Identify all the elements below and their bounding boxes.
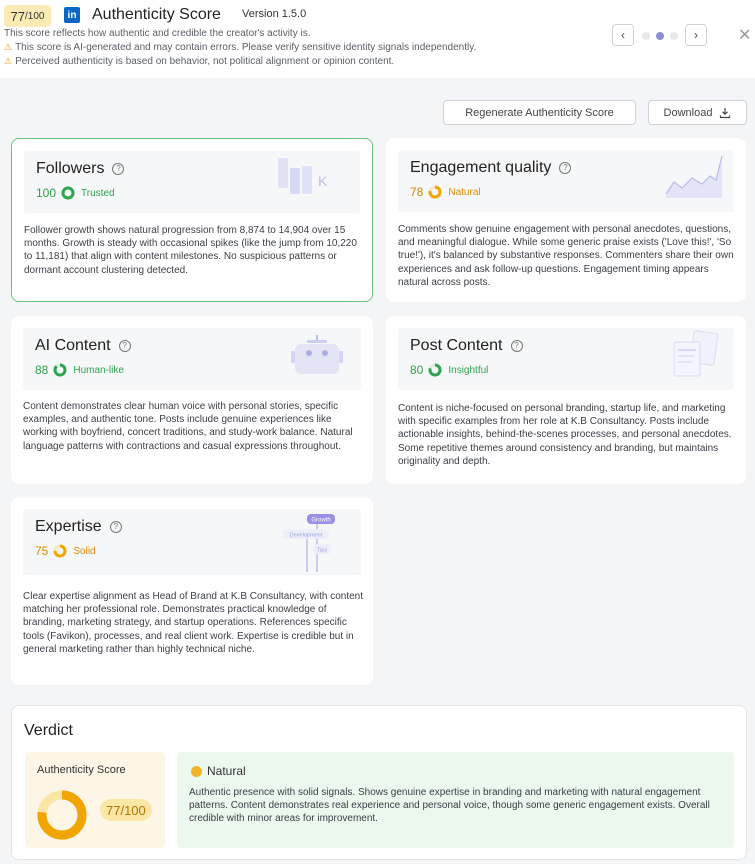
- verdict-score-ring: [37, 790, 87, 840]
- expertise-card: Expertise? 75 Solid Growth Development T…: [11, 497, 373, 685]
- score-ring-icon: [53, 544, 67, 558]
- alignment-warning: ⚠ Perceived authenticity is based on beha…: [4, 56, 394, 67]
- score-ring-icon: [53, 363, 67, 377]
- engagement-description: Comments show genuine engagement with pe…: [398, 224, 734, 288]
- expertise-tree-illustration: Growth Development Tips: [283, 514, 335, 572]
- slide-dot-3[interactable]: [670, 32, 678, 40]
- post-content-score-value: 80: [410, 363, 424, 377]
- authenticity-score-label: Authenticity Score: [37, 764, 126, 776]
- engagement-card: Engagement quality? 78 Natural Comments …: [386, 138, 746, 302]
- help-icon[interactable]: ?: [112, 163, 125, 175]
- ai-content-card: AI Content? 88 Human-like Content demons…: [11, 316, 373, 484]
- download-button[interactable]: Download: [648, 100, 747, 125]
- followers-score: 100 Trusted: [36, 186, 115, 200]
- followers-description: Follower growth shows natural progressio…: [24, 225, 357, 276]
- score-ring-icon: [61, 186, 75, 200]
- natural-status-icon: [191, 766, 202, 777]
- verdict-summary-box: Natural Authentic presence with solid si…: [177, 752, 734, 848]
- help-icon[interactable]: ?: [559, 162, 572, 174]
- ai-content-score: 88 Human-like: [35, 363, 124, 377]
- ai-content-title: AI Content?: [35, 337, 131, 355]
- expertise-card-header: Expertise? 75 Solid Growth Development T…: [23, 509, 361, 575]
- ai-warning-text: This score is AI-generated and may conta…: [15, 42, 477, 53]
- engagement-score-value: 78: [410, 185, 424, 199]
- post-content-score-label: Insightful: [448, 364, 489, 376]
- ai-warning: ⚠ This score is AI-generated and may cont…: [4, 42, 476, 53]
- engagement-chart-illustration: [666, 155, 723, 198]
- overall-score-denominator: /100: [25, 10, 45, 22]
- page-title: Authenticity Score: [92, 6, 221, 23]
- overall-score-badge: 77/100: [4, 5, 51, 27]
- overall-score-value: 77: [10, 8, 25, 24]
- post-content-title: Post Content?: [410, 337, 523, 355]
- engagement-card-header: Engagement quality? 78 Natural: [398, 150, 734, 212]
- post-content-card: Post Content? 80 Insightful Content is n…: [386, 316, 746, 484]
- svg-text:Development: Development: [290, 533, 323, 539]
- followers-illustration-letter: K: [318, 173, 328, 189]
- engagement-score-label: Natural: [448, 186, 481, 198]
- header: 77/100 in Authenticity Score Version 1.5…: [0, 0, 755, 78]
- expertise-score: 75 Solid: [35, 544, 96, 558]
- ai-content-card-header: AI Content? 88 Human-like: [23, 328, 361, 390]
- expertise-title: Expertise?: [35, 518, 122, 536]
- verdict-title: Verdict: [24, 722, 73, 739]
- help-icon[interactable]: ?: [109, 521, 122, 533]
- post-content-score: 80 Insightful: [410, 363, 488, 377]
- linkedin-icon: in: [64, 7, 80, 23]
- slide-dot-1[interactable]: [642, 32, 650, 40]
- help-icon[interactable]: ?: [118, 340, 131, 352]
- post-documents-illustration: [673, 330, 719, 377]
- verdict-panel: Verdict Authenticity Score 77/100 Natura…: [11, 705, 747, 860]
- expertise-description: Clear expertise alignment as Head of Bra…: [23, 591, 363, 655]
- verdict-summary-text: Authentic presence with solid signals. S…: [189, 787, 710, 825]
- engagement-title: Engagement quality?: [410, 159, 572, 177]
- ai-content-score-value: 88: [35, 363, 49, 377]
- authenticity-score-value: 77/100: [100, 799, 152, 821]
- version-label: Version 1.5.0: [242, 8, 307, 20]
- download-icon: [720, 107, 731, 118]
- slide-dot-2[interactable]: [656, 32, 664, 40]
- expertise-score-value: 75: [35, 544, 49, 558]
- followers-title: Followers?: [36, 160, 125, 178]
- followers-card: Followers? 100 Trusted K Follower growth…: [11, 138, 373, 302]
- score-ring-icon: [428, 363, 442, 377]
- help-icon[interactable]: ?: [510, 340, 523, 352]
- ai-content-score-label: Human-like: [73, 364, 124, 376]
- warning-icon: ⚠: [4, 42, 13, 52]
- robot-icon: [291, 335, 343, 374]
- prev-slide-button[interactable]: ‹: [612, 24, 634, 46]
- verdict-status-label: Natural: [207, 764, 246, 778]
- svg-text:Growth: Growth: [311, 518, 330, 524]
- close-icon[interactable]: ✕: [738, 25, 751, 45]
- score-ring-icon: [428, 185, 442, 199]
- ai-content-description: Content demonstrates clear human voice w…: [23, 401, 353, 452]
- regenerate-button[interactable]: Regenerate Authenticity Score: [443, 100, 636, 125]
- svg-text:Tips: Tips: [317, 548, 327, 554]
- followers-illustration: K: [278, 158, 328, 194]
- followers-score-value: 100: [36, 186, 57, 200]
- followers-score-label: Trusted: [81, 187, 115, 199]
- post-content-description: Content is niche-focused on personal bra…: [398, 403, 732, 467]
- score-description: This score reflects how authentic and cr…: [4, 28, 311, 39]
- followers-card-header: Followers? 100 Trusted K: [24, 151, 360, 213]
- authenticity-score-box: Authenticity Score 77/100: [25, 752, 165, 848]
- engagement-score: 78 Natural: [410, 185, 481, 199]
- expertise-score-label: Solid: [73, 545, 96, 557]
- post-content-card-header: Post Content? 80 Insightful: [398, 328, 734, 390]
- next-slide-button[interactable]: ›: [685, 24, 707, 46]
- warning-icon: ⚠: [4, 56, 13, 66]
- download-label: Download: [663, 106, 713, 119]
- alignment-warning-text: Perceived authenticity is based on behav…: [15, 56, 395, 67]
